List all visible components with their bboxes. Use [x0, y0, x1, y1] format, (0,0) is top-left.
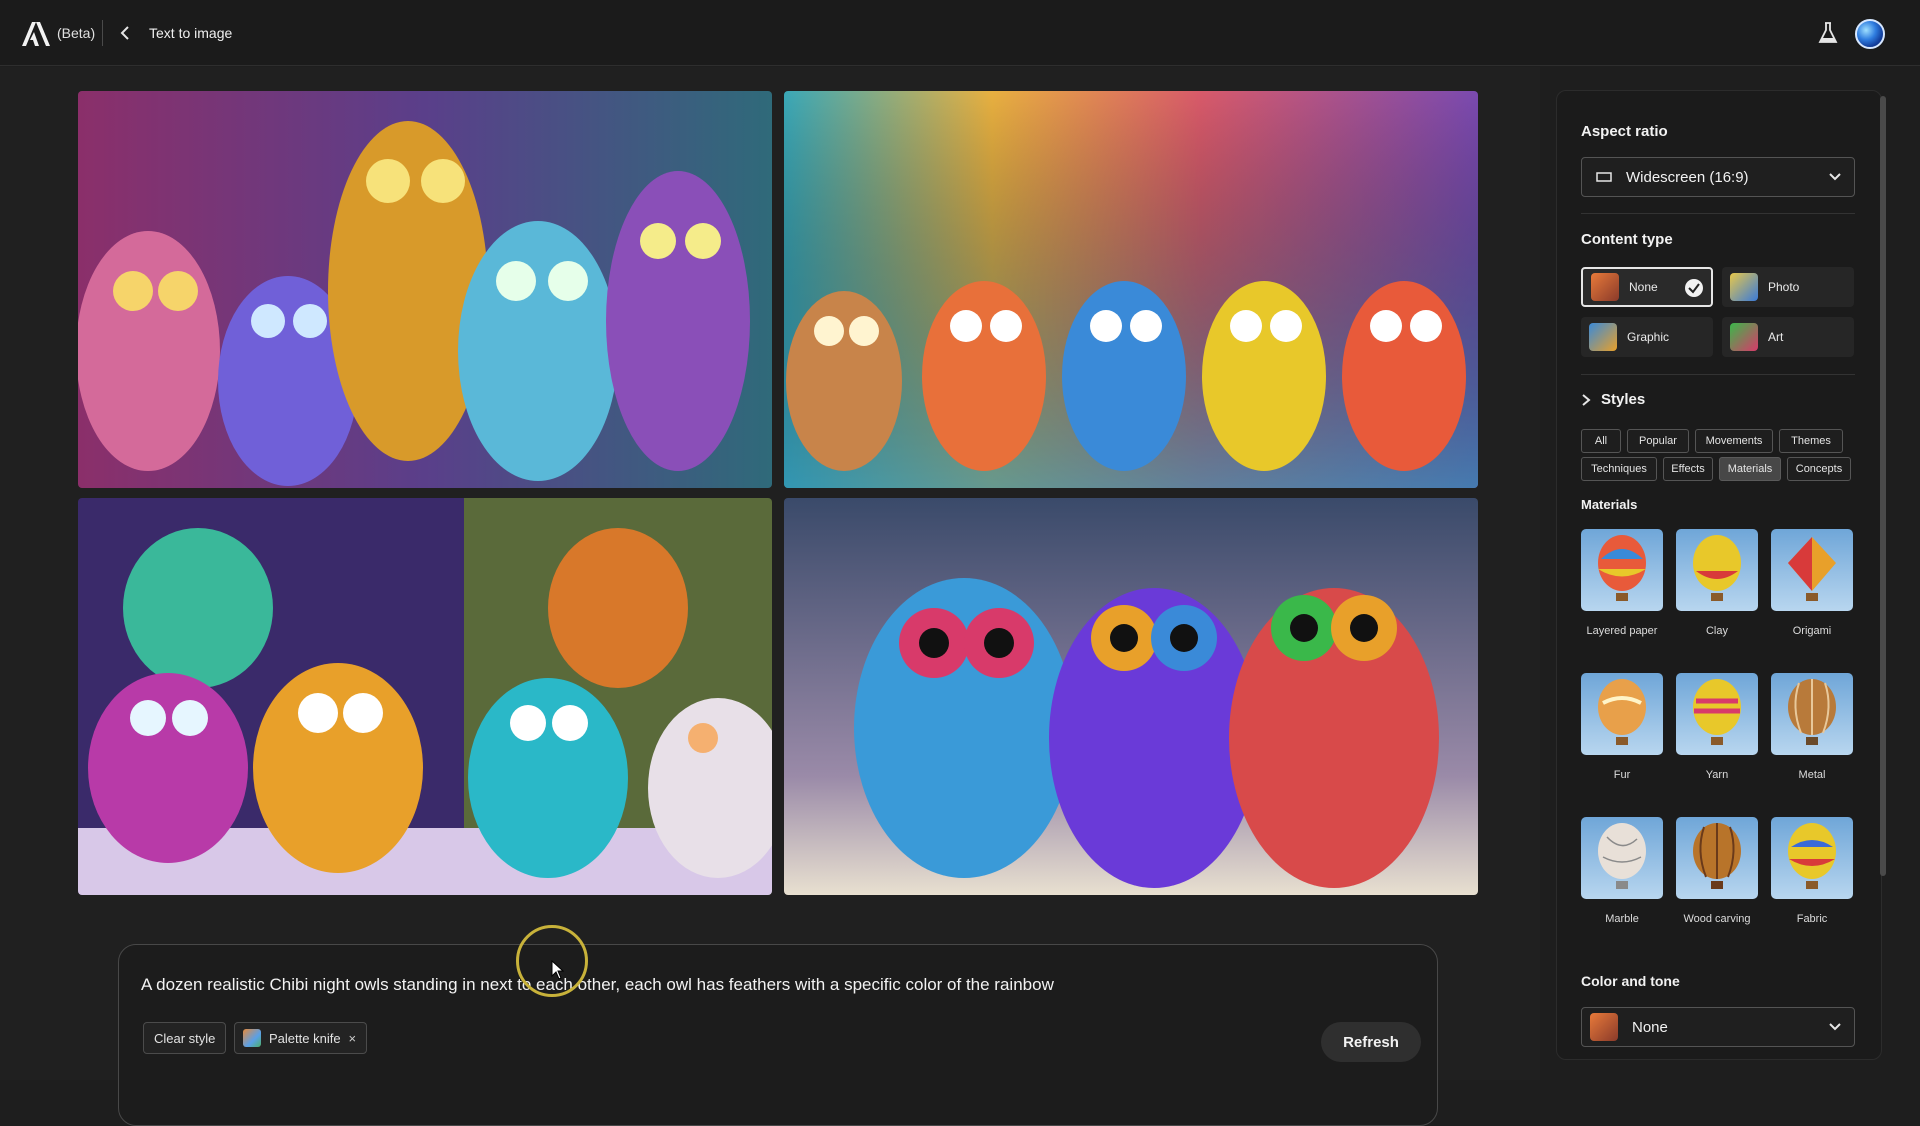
- content-type-label: Photo: [1768, 280, 1800, 294]
- result-image-4[interactable]: [784, 498, 1478, 895]
- style-chip-label: Palette knife: [269, 1030, 341, 1046]
- art-thumbnail: [1730, 323, 1758, 351]
- aspect-ratio-heading: Aspect ratio: [1581, 123, 1668, 140]
- balloon-thumbnail: [1771, 529, 1853, 611]
- mouse-cursor-icon: [551, 960, 565, 980]
- style-tab-all[interactable]: All: [1581, 429, 1621, 453]
- clear-style-button[interactable]: Clear style: [143, 1022, 227, 1054]
- result-image-2[interactable]: [784, 91, 1478, 488]
- content-type-label: None: [1629, 280, 1658, 294]
- balloon-thumbnail: [1581, 673, 1663, 755]
- styles-toggle[interactable]: Styles: [1581, 391, 1645, 408]
- aspect-ratio-dropdown[interactable]: Widescreen (16:9): [1581, 157, 1855, 197]
- style-tab-effects[interactable]: Effects: [1663, 457, 1713, 481]
- material-label: Clay: [1705, 625, 1728, 637]
- none-thumbnail: [1591, 273, 1619, 301]
- panel-divider: [1581, 213, 1855, 214]
- material-fabric[interactable]: Fabric: [1771, 817, 1853, 925]
- checkmark-icon: [1685, 279, 1703, 297]
- balloon-thumbnail: [1771, 673, 1853, 755]
- beta-label: (Beta): [57, 25, 96, 41]
- balloon-thumbnail: [1676, 817, 1758, 899]
- photo-thumbnail: [1730, 273, 1758, 301]
- material-label: Layered paper: [1586, 625, 1658, 637]
- style-chip-palette-knife[interactable]: Palette knife ×: [234, 1022, 368, 1054]
- chevron-down-icon: [1829, 1023, 1841, 1031]
- color-tone-dropdown[interactable]: None: [1581, 1007, 1855, 1047]
- chevron-right-icon: [1582, 393, 1591, 406]
- style-tab-popular[interactable]: Popular: [1627, 429, 1689, 453]
- styles-heading: Styles: [1601, 391, 1646, 408]
- content-type-none[interactable]: None: [1581, 267, 1713, 307]
- settings-panel: Aspect ratio Widescreen (16:9) Content t…: [1556, 90, 1882, 1060]
- material-clay[interactable]: Clay: [1676, 529, 1758, 637]
- content-type-graphic[interactable]: Graphic: [1581, 317, 1713, 357]
- widescreen-icon: [1596, 172, 1612, 182]
- material-label: Origami: [1792, 625, 1832, 637]
- panel-scrollbar[interactable]: [1880, 96, 1886, 876]
- graphic-thumbnail: [1589, 323, 1617, 351]
- material-label: Wood carving: [1683, 913, 1751, 925]
- content-type-photo[interactable]: Photo: [1722, 267, 1854, 307]
- color-tone-thumbnail: [1590, 1013, 1618, 1041]
- content-type-art[interactable]: Art: [1722, 317, 1854, 357]
- material-layered-paper[interactable]: Layered paper: [1581, 529, 1663, 637]
- style-tab-movements[interactable]: Movements: [1695, 429, 1773, 453]
- back-chevron-icon[interactable]: [118, 24, 132, 42]
- user-avatar[interactable]: [1855, 19, 1885, 49]
- palette-knife-thumbnail: [243, 1029, 261, 1047]
- content-type-label: Graphic: [1627, 330, 1670, 344]
- material-origami[interactable]: Origami: [1771, 529, 1853, 637]
- style-tab-techniques[interactable]: Techniques: [1581, 457, 1657, 481]
- balloon-thumbnail: [1676, 673, 1758, 755]
- content-type-label: Art: [1768, 330, 1784, 344]
- prompt-box[interactable]: A dozen realistic Chibi night owls stand…: [118, 944, 1438, 1126]
- material-label: Fur: [1613, 769, 1631, 781]
- material-label: Metal: [1798, 769, 1826, 781]
- content-type-heading: Content type: [1581, 231, 1673, 248]
- breadcrumb-title[interactable]: Text to image: [149, 25, 232, 41]
- style-tab-materials[interactable]: Materials: [1719, 457, 1781, 481]
- panel-divider: [1581, 374, 1855, 375]
- material-metal[interactable]: Metal: [1771, 673, 1853, 781]
- balloon-thumbnail: [1771, 817, 1853, 899]
- materials-heading: Materials: [1581, 497, 1638, 512]
- chevron-down-icon: [1829, 173, 1841, 181]
- adobe-logo-icon[interactable]: [22, 22, 50, 46]
- refresh-button[interactable]: Refresh: [1321, 1022, 1421, 1062]
- header-divider: [102, 20, 103, 46]
- color-tone-value: None: [1632, 1018, 1668, 1036]
- balloon-thumbnail: [1581, 817, 1663, 899]
- material-yarn[interactable]: Yarn: [1676, 673, 1758, 781]
- result-image-3[interactable]: [78, 498, 772, 895]
- material-label: Yarn: [1705, 769, 1729, 781]
- balloon-thumbnail: [1581, 529, 1663, 611]
- result-image-1[interactable]: [78, 91, 772, 488]
- material-marble[interactable]: Marble: [1581, 817, 1663, 925]
- style-tab-concepts[interactable]: Concepts: [1787, 457, 1851, 481]
- style-tab-themes[interactable]: Themes: [1779, 429, 1843, 453]
- results-area: [0, 67, 1540, 1080]
- material-fur[interactable]: Fur: [1581, 673, 1663, 781]
- color-tone-heading: Color and tone: [1581, 973, 1680, 989]
- material-wood-carving[interactable]: Wood carving: [1676, 817, 1758, 925]
- remove-chip-icon[interactable]: ×: [349, 1031, 357, 1046]
- material-label: Marble: [1605, 913, 1639, 925]
- balloon-thumbnail: [1676, 529, 1758, 611]
- aspect-ratio-value: Widescreen (16:9): [1626, 168, 1749, 186]
- material-label: Fabric: [1796, 913, 1828, 925]
- top-bar: (Beta) Text to image: [0, 0, 1920, 66]
- prompt-text[interactable]: A dozen realistic Chibi night owls stand…: [141, 975, 1054, 995]
- labs-flask-icon[interactable]: [1818, 22, 1838, 44]
